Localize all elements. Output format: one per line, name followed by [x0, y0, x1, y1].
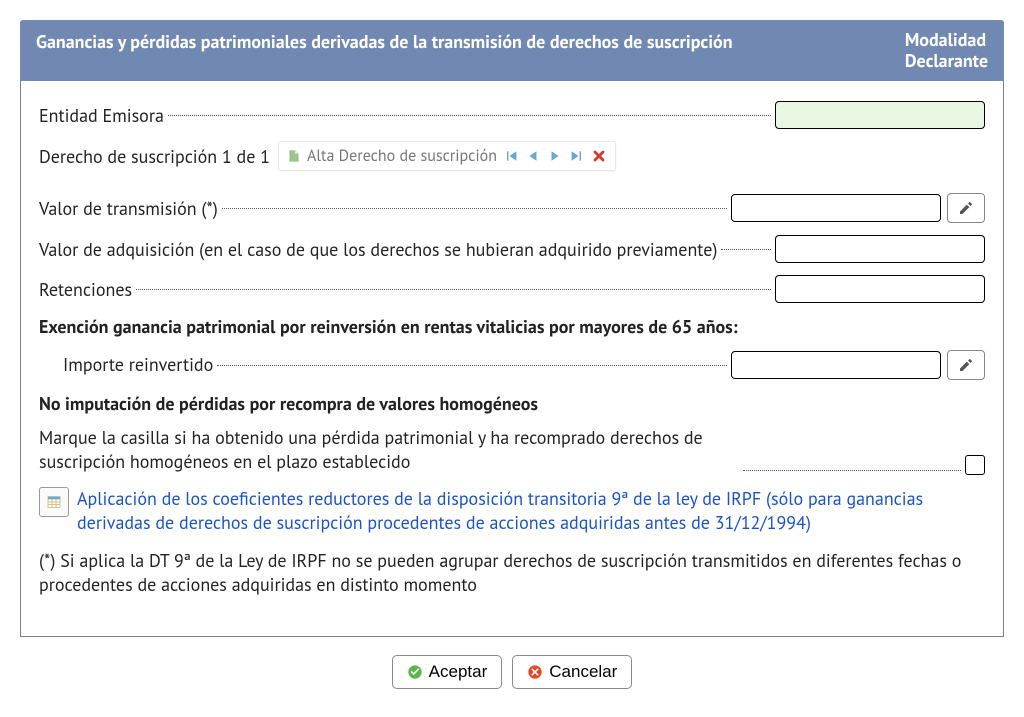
table-icon[interactable]: [39, 487, 69, 517]
new-doc-icon: [287, 148, 301, 164]
footnote-text: (*) Si aplica la DT 9ª de la Ley de IRPF…: [39, 549, 985, 598]
recompra-checkbox[interactable]: [965, 455, 985, 475]
derecho-counter: Derecho de suscripción 1 de 1: [39, 145, 270, 168]
no-imputacion-text: Marque la casilla si ha obtenido una pér…: [39, 426, 739, 475]
nav-last-icon[interactable]: [569, 148, 585, 164]
importe-reinvertido-label: Importe reinvertido: [63, 353, 213, 376]
cancel-circle-icon: [527, 664, 543, 680]
record-navigator: Alta Derecho de suscripción: [278, 141, 616, 171]
pencil-icon: [958, 357, 974, 373]
accept-button[interactable]: Aceptar: [392, 655, 503, 689]
pencil-icon: [958, 200, 974, 216]
check-circle-icon: [407, 664, 423, 680]
modality-label: Modalidad Declarante: [905, 30, 988, 71]
retenciones-input[interactable]: [775, 275, 985, 303]
form-title-bar: Ganancias y pérdidas patrimoniales deriv…: [20, 20, 1004, 81]
valor-adquisicion-input[interactable]: [775, 235, 985, 263]
valor-transmision-input[interactable]: [731, 194, 941, 222]
form-panel: Entidad Emisora Derecho de suscripción 1…: [20, 81, 1004, 636]
nav-next-icon[interactable]: [547, 148, 563, 164]
cancel-button[interactable]: Cancelar: [512, 655, 632, 689]
retenciones-label: Retenciones: [39, 278, 132, 301]
valor-transmision-label: Valor de transmisión (*): [39, 197, 218, 220]
nav-delete-icon[interactable]: [591, 148, 607, 164]
valor-transmision-edit-button[interactable]: [947, 193, 985, 223]
exencion-heading: Exención ganancia patrimonial por reinve…: [39, 315, 985, 339]
valor-adquisicion-label: Valor de adquisición (en el caso de que …: [39, 238, 717, 261]
add-derecho-label[interactable]: Alta Derecho de suscripción: [307, 146, 497, 166]
no-imputacion-heading: No imputación de pérdidas por recompra d…: [39, 392, 985, 416]
form-title: Ganancias y pérdidas patrimoniales deriv…: [36, 30, 865, 53]
nav-first-icon[interactable]: [503, 148, 519, 164]
entidad-emisora-label: Entidad Emisora: [39, 104, 164, 127]
importe-reinvertido-input[interactable]: [731, 351, 941, 379]
entidad-emisora-input[interactable]: [775, 101, 985, 129]
coeficientes-link[interactable]: Aplicación de los coeficientes reductore…: [77, 487, 985, 536]
importe-reinvertido-edit-button[interactable]: [947, 350, 985, 380]
nav-prev-icon[interactable]: [525, 148, 541, 164]
